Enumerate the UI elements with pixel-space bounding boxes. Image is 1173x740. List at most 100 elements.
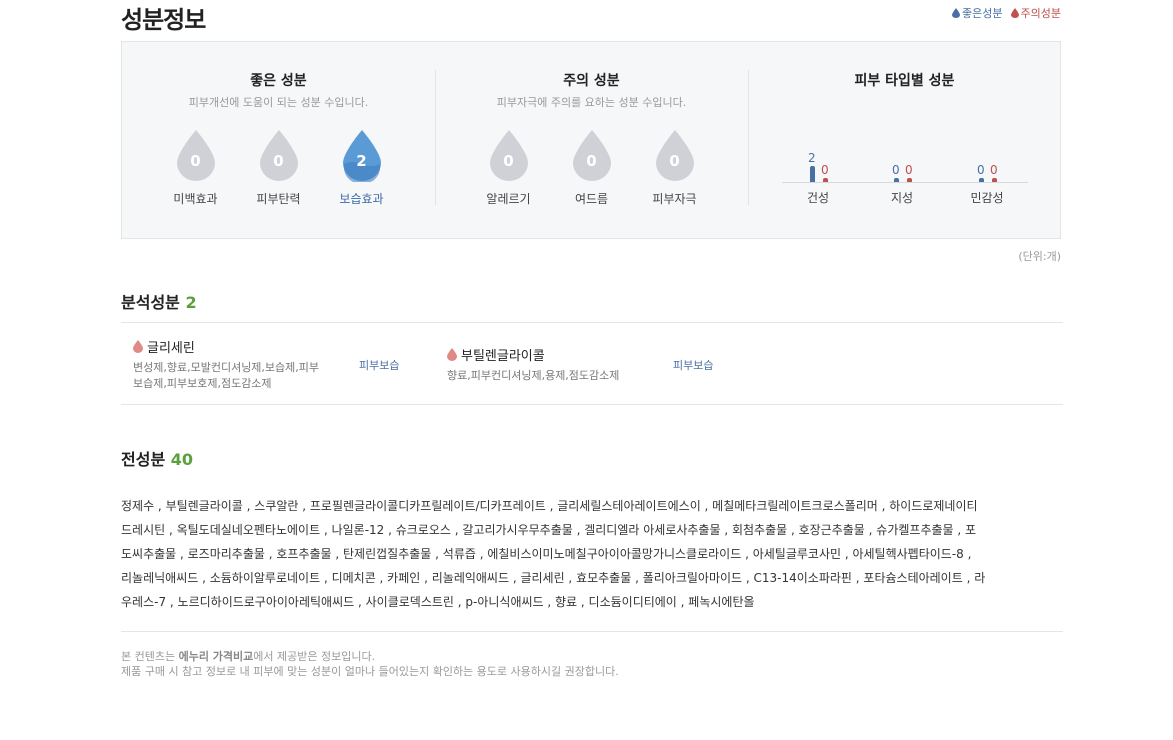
- ingredient-category[interactable]: 0 피부자극: [633, 130, 716, 207]
- ingredients-line: 우레스-7 , 노르디하이드로구아이아레틱애씨드 , 사이클로덱스트린 , p-…: [121, 595, 755, 609]
- good-count: 2: [808, 151, 816, 165]
- full-ingredients-count: 40: [170, 450, 194, 469]
- caution-bar: [992, 178, 997, 182]
- water-drop-icon: 0: [572, 130, 612, 182]
- caution-count: 0: [905, 163, 913, 177]
- ingredient-name-row: 글리세린: [133, 337, 319, 356]
- skin-type-title: 피부 타입별 성분: [854, 73, 955, 89]
- footer-prefix: 본 컨텐츠는: [121, 650, 179, 663]
- water-drop-icon: 0: [489, 130, 529, 182]
- category-label: 미백효과: [173, 192, 218, 206]
- ingredient-purpose-line: 향료,피부컨디셔닝제,용제,점도감소제: [447, 369, 620, 382]
- category-count: 0: [190, 152, 201, 170]
- good-subtitle: 피부개선에 도움이 되는 성분 수입니다.: [188, 96, 369, 109]
- skin-bars: 00: [882, 152, 922, 182]
- analysis-title: 분석성분 2: [121, 289, 197, 313]
- good-bar: [979, 178, 984, 182]
- caution-count: 0: [821, 163, 829, 177]
- legend-good-label: 좋은성분: [962, 7, 1003, 20]
- ingredient-name[interactable]: 부틸렌글라이콜: [461, 345, 545, 364]
- good-ingredients-header: 좋은 성분 피부개선에 도움이 되는 성분 수입니다.: [122, 70, 435, 110]
- ingredient-category[interactable]: 0 여드름: [550, 130, 633, 207]
- skin-bars: 20: [798, 151, 838, 182]
- drop-icon: [1010, 8, 1019, 18]
- skin-type-label: 건성: [806, 191, 830, 205]
- caution-count: 0: [990, 163, 998, 177]
- ingredient-purpose-line: 변성제,향료,모발컨디셔닝제,보습제,피부: [133, 361, 320, 374]
- ingredient-name-row: 부틸렌글라이콜: [447, 345, 619, 364]
- skin-type-chart: 2 0 건성 0 0 지성 0 0 민감성: [778, 151, 1028, 212]
- category-count: 0: [273, 152, 284, 170]
- category-label: 보습효과: [339, 192, 384, 206]
- category-label: 알레르기: [486, 192, 531, 206]
- ingredient-tag: 피부보습: [673, 359, 714, 372]
- full-ingredients-list: 정제수 , 부틸렌글라이콜 , 스쿠알란 , 프로필렌글라이콜디카프릴레이트/디…: [121, 494, 1066, 614]
- ingredient-category[interactable]: 0 미백효과: [154, 130, 237, 207]
- analysis-title-text: 분석성분: [121, 293, 180, 312]
- category-count: 0: [669, 152, 680, 170]
- divider: [121, 404, 1063, 405]
- divider: [748, 70, 749, 205]
- good-bar: [810, 166, 815, 182]
- skin-type-label: 민감성: [970, 191, 1004, 205]
- legend-caution: 주의성분: [1010, 5, 1061, 21]
- ingredients-line: 도씨추출물 , 로즈마리추출물 , 호프추출물 , 탄제린껍질추출물 , 석류즙…: [121, 547, 972, 561]
- drop-icon: [952, 8, 961, 18]
- caution-bar: [907, 178, 912, 182]
- ingredient-category[interactable]: 0 알레르기: [467, 130, 550, 207]
- ingredients-line: 리놀레닉애씨드 , 소듐하이알루로네이트 , 디메치콘 , 카페인 , 리놀레익…: [121, 571, 986, 585]
- skin-type-header: 피부 타입별 성분: [748, 70, 1061, 90]
- good-title: 좋은 성분: [250, 73, 307, 89]
- good-drops: 0 미백효과 0 피부탄력 2 보습효과: [154, 130, 403, 207]
- water-drop-icon: 2: [342, 130, 382, 182]
- summary-panel: 좋은 성분 피부개선에 도움이 되는 성분 수입니다. 0 미백효과 0 피부탄력 2 보…: [121, 41, 1061, 239]
- caution-drops: 0 알레르기 0 여드름 0 피부자극: [467, 130, 716, 207]
- ingredient-purpose: 변성제,향료,모발컨디셔닝제,보습제,피부 보습제,피부보호제,점도감소제: [133, 360, 319, 392]
- unit-label: (단위:개): [1018, 250, 1061, 263]
- footer-line: 본 컨텐츠는 에누리 가격비교에서 제공받은 정보입니다.: [121, 649, 619, 664]
- water-drop-icon: 0: [655, 130, 695, 182]
- ingredient-item: 글리세린 변성제,향료,모발컨디셔닝제,보습제,피부 보습제,피부보호제,점도감…: [133, 337, 319, 392]
- water-drop-icon: 0: [259, 130, 299, 182]
- divider: [121, 631, 1063, 632]
- analysis-count: 2: [185, 293, 197, 312]
- category-count: 2: [356, 152, 367, 170]
- full-ingredients-title: 전성분 40: [121, 446, 193, 470]
- good-bar: [894, 178, 899, 182]
- category-count: 0: [503, 152, 514, 170]
- category-label: 피부탄력: [256, 192, 301, 206]
- caution-bar: [823, 178, 828, 182]
- category-label: 여드름: [574, 192, 609, 206]
- footer-provider: 에누리 가격비교: [178, 650, 254, 663]
- category-count: 0: [586, 152, 597, 170]
- skin-bars: 00: [967, 152, 1007, 182]
- ingredient-item: 부틸렌글라이콜 향료,피부컨디셔닝제,용제,점도감소제: [447, 345, 619, 384]
- legend: 좋은성분 주의성분: [952, 5, 1061, 21]
- legend-caution-label: 주의성분: [1020, 7, 1061, 20]
- ingredients-line: 드레시틴 , 옥틸도데실네오펜타노에이트 , 나일론-12 , 슈크로오스 , …: [121, 523, 977, 537]
- good-count: 0: [892, 163, 900, 177]
- water-drop-icon: 0: [176, 130, 216, 182]
- caution-subtitle: 피부자극에 주의를 요하는 성분 수입니다.: [496, 96, 687, 109]
- full-ingredients-title-text: 전성분: [121, 450, 166, 469]
- skin-type-label: 지성: [890, 191, 914, 205]
- legend-good: 좋은성분: [952, 5, 1003, 21]
- footer-notice: 본 컨텐츠는 에누리 가격비교에서 제공받은 정보입니다. 제품 구매 시 참고…: [121, 649, 619, 679]
- caution-title: 주의 성분: [563, 73, 620, 89]
- caution-drop-icon: [447, 348, 457, 361]
- footer-line: 제품 구매 시 참고 정보로 내 피부에 맞는 성분이 얼마나 들어있는지 확인…: [121, 665, 619, 678]
- caution-ingredients-header: 주의 성분 피부자극에 주의를 요하는 성분 수입니다.: [435, 70, 748, 110]
- ingredient-purpose: 향료,피부컨디셔닝제,용제,점도감소제: [447, 368, 619, 384]
- ingredient-name[interactable]: 글리세린: [147, 337, 195, 356]
- ingredient-purpose-line: 보습제,피부보호제,점도감소제: [133, 377, 272, 390]
- good-count: 0: [977, 163, 985, 177]
- page-title: 성분정보: [121, 6, 206, 34]
- ingredient-category[interactable]: 2 보습효과: [320, 130, 403, 207]
- ingredient-category[interactable]: 0 피부탄력: [237, 130, 320, 207]
- caution-drop-icon: [133, 340, 143, 353]
- category-label: 피부자극: [652, 192, 697, 206]
- divider: [121, 322, 1063, 323]
- skin-chart-baseline: [782, 182, 1028, 183]
- ingredient-tag: 피부보습: [359, 359, 400, 372]
- ingredients-line: 정제수 , 부틸렌글라이콜 , 스쿠알란 , 프로필렌글라이콜디카프릴레이트/디…: [121, 499, 978, 513]
